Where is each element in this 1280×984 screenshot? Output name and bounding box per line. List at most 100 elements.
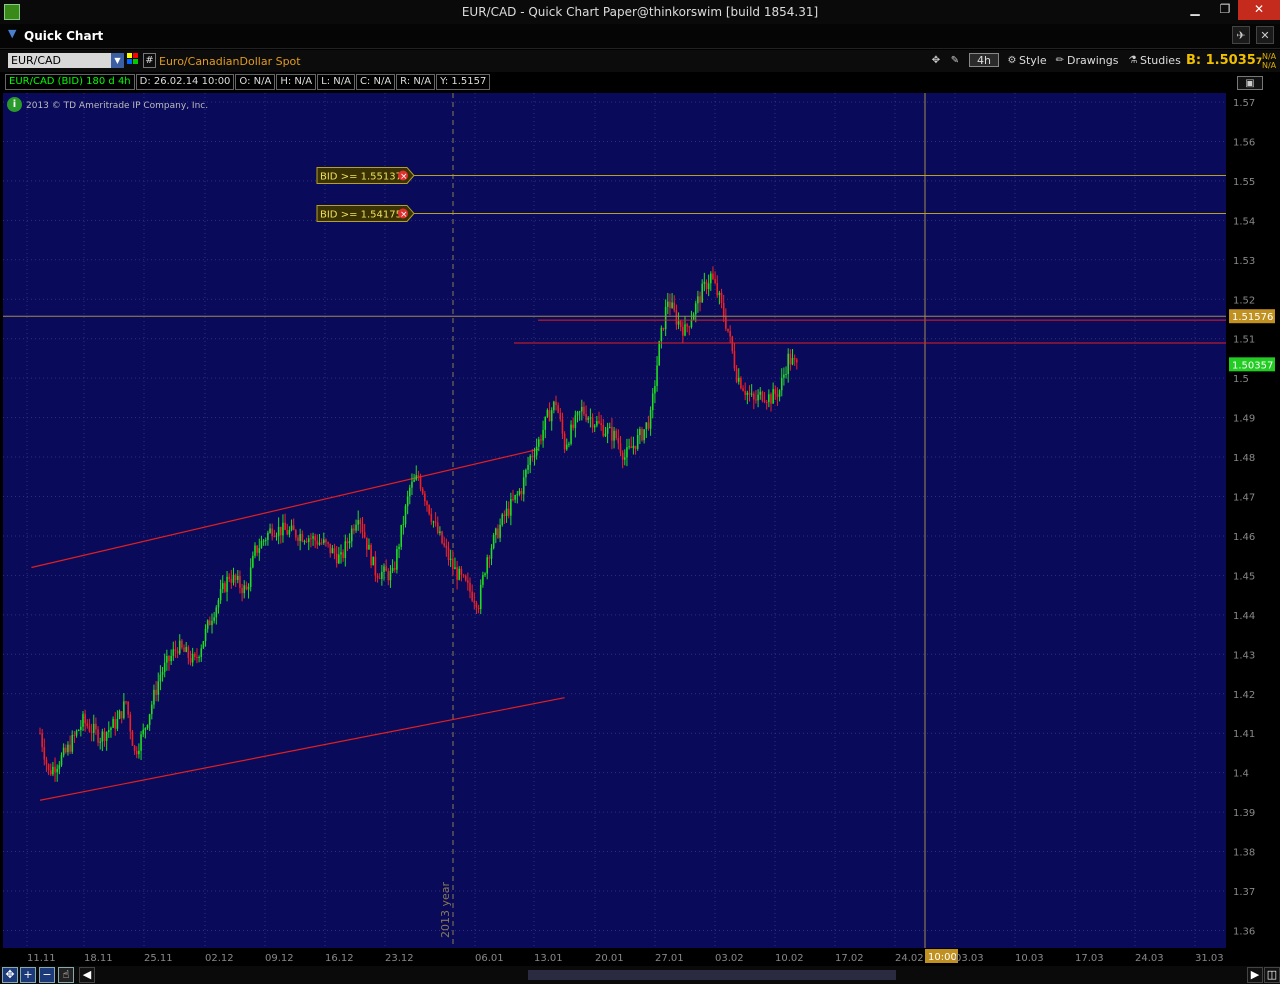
- candle-body: [643, 429, 645, 441]
- maximize-button[interactable]: ❐: [1210, 0, 1240, 20]
- candle-body: [793, 358, 796, 360]
- candle-body: [314, 536, 316, 541]
- candle-body: [153, 689, 155, 705]
- candle-body: [497, 528, 499, 538]
- scroll-right-button[interactable]: ▶: [1247, 967, 1263, 983]
- chart-settings-button[interactable]: ▣: [1237, 76, 1263, 90]
- candle-body: [731, 336, 734, 352]
- candle-body: [316, 540, 319, 545]
- candle-body: [359, 520, 362, 525]
- x-tick-label: 13.01: [534, 953, 563, 964]
- candle-body: [258, 548, 261, 553]
- candle-body: [206, 620, 209, 629]
- candle-body: [445, 545, 448, 549]
- color-link-icon[interactable]: [127, 53, 138, 64]
- x-tick-label: 02.12: [205, 953, 234, 964]
- scroll-left-button[interactable]: ◀: [79, 967, 95, 983]
- candle-body: [503, 514, 506, 517]
- cursor-price-label: 1.51576: [1232, 312, 1273, 323]
- candle-body: [140, 734, 142, 751]
- candle-body: [224, 583, 226, 592]
- minimize-button[interactable]: ▁: [1180, 0, 1210, 20]
- hash-button[interactable]: #: [143, 53, 156, 68]
- studies-button[interactable]: ⚗ Studies: [1126, 53, 1181, 69]
- aggregation-button[interactable]: 4h: [969, 53, 999, 67]
- candle-body: [559, 412, 562, 420]
- candle-body: [90, 731, 93, 733]
- scroll-thumb[interactable]: [528, 970, 896, 980]
- plot-area[interactable]: [3, 93, 1226, 948]
- pin-button[interactable]: ✈: [1232, 26, 1250, 44]
- panel-close-button[interactable]: ✕: [1256, 26, 1274, 44]
- candle-body: [651, 393, 654, 411]
- x-tick-label: 27.01: [655, 953, 684, 964]
- flask-icon: ⚗: [1128, 55, 1138, 66]
- candle-body: [344, 541, 347, 558]
- candle-body: [611, 426, 613, 441]
- candle-body: [593, 425, 596, 428]
- drawings-button[interactable]: ✏ Drawings: [1053, 53, 1119, 69]
- candle-body: [280, 526, 282, 536]
- candle-body: [510, 499, 512, 516]
- fit-button[interactable]: ◫: [1264, 967, 1280, 983]
- candle-body: [682, 327, 684, 336]
- y-tick-label: 1.5: [1233, 374, 1249, 385]
- candle-body: [615, 430, 617, 438]
- candle-body: [138, 750, 140, 755]
- pan-button[interactable]: ✥: [2, 967, 18, 983]
- candle-body: [486, 557, 488, 574]
- candle-body: [733, 351, 736, 369]
- candle-body: [563, 433, 566, 450]
- year-label: 2013 year: [439, 881, 452, 938]
- alert-label: BID >= 1.54175: [320, 209, 402, 220]
- candle-body: [492, 534, 495, 549]
- symbol-input[interactable]: EUR/CAD: [8, 53, 111, 68]
- candle-body: [327, 542, 329, 544]
- y-tick-label: 1.45: [1233, 571, 1255, 582]
- candle-body: [178, 640, 181, 654]
- candle-body: [252, 555, 254, 568]
- candle-body: [772, 389, 774, 404]
- y-tick-label: 1.49: [1233, 414, 1255, 425]
- info-range: R: N/A: [396, 74, 436, 90]
- time-scrollbar[interactable]: ✥ + − ☝ ◀ ▶ ◫: [0, 966, 1280, 984]
- crosshair-button[interactable]: ✥: [929, 53, 943, 69]
- candle-body: [368, 544, 370, 550]
- style-icon: ⚙: [1007, 55, 1017, 66]
- candle-body: [187, 647, 190, 659]
- candle-body: [256, 545, 258, 553]
- candle-body: [546, 410, 549, 417]
- candle-body: [271, 528, 273, 536]
- x-tick-label: 18.11: [84, 953, 113, 964]
- candle-body: [639, 429, 641, 436]
- candle-body: [679, 321, 682, 328]
- symbol-dropdown-icon[interactable]: ▼: [111, 53, 124, 68]
- candle-body: [305, 541, 308, 543]
- price-chart[interactable]: 2013 year 1.515761.50357 BID >= 1.55137×…: [0, 72, 1280, 966]
- candle-body: [677, 321, 680, 325]
- y-tick-label: 1.51: [1233, 335, 1255, 346]
- settings-button[interactable]: ✎: [948, 53, 962, 69]
- zoom-in-button[interactable]: +: [20, 967, 36, 983]
- hand-tool-button[interactable]: ☝: [58, 967, 74, 983]
- y-tick-label: 1.37: [1233, 887, 1255, 898]
- candle-body: [475, 602, 478, 608]
- candle-body: [127, 701, 129, 715]
- candle-body: [342, 552, 344, 558]
- candle-body: [703, 281, 706, 284]
- candle-body: [221, 583, 224, 590]
- candle-body: [598, 421, 600, 424]
- candle-body: [626, 447, 628, 458]
- zoom-out-button[interactable]: −: [39, 967, 55, 983]
- close-button[interactable]: ✕: [1238, 0, 1280, 20]
- candle-body: [664, 306, 667, 330]
- x-tick-label: 24.02: [895, 953, 924, 964]
- style-button[interactable]: ⚙ Style: [1005, 53, 1047, 69]
- candle-body: [658, 341, 660, 366]
- candle-body: [310, 538, 312, 540]
- collapse-arrow-icon[interactable]: ▼: [8, 27, 16, 40]
- candle-body: [88, 726, 91, 732]
- info-icon[interactable]: i: [7, 97, 22, 112]
- candle-body: [591, 417, 594, 428]
- candle-body: [596, 421, 598, 426]
